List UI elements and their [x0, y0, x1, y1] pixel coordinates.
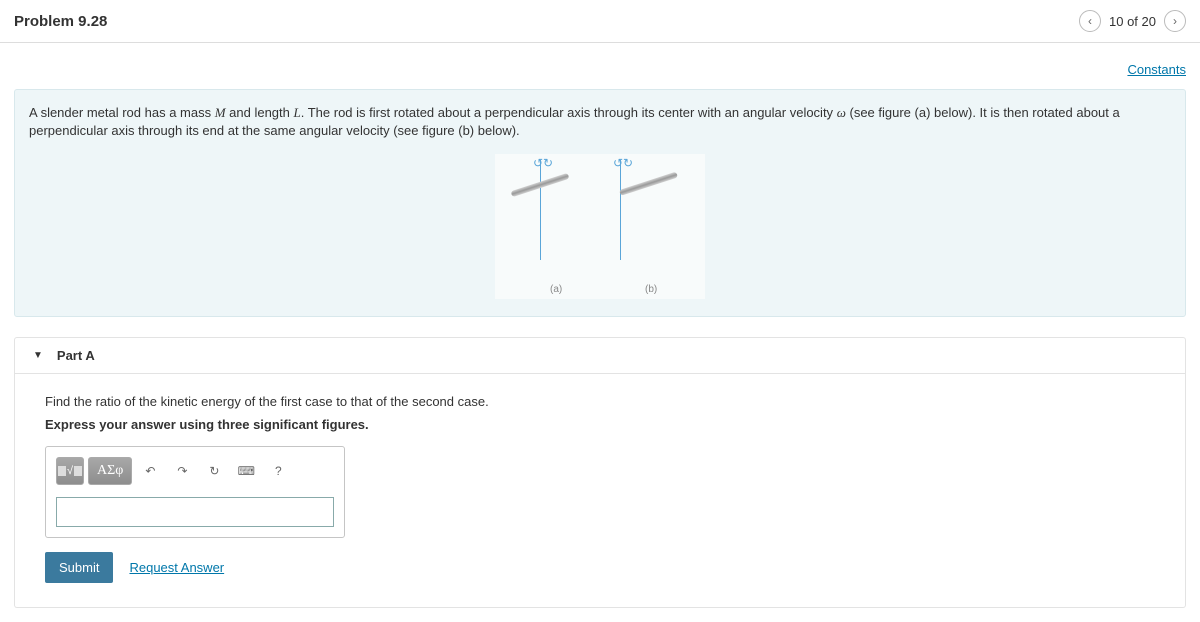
collapse-caret-icon[interactable]: ▼	[33, 350, 43, 361]
prev-button[interactable]: ‹	[1079, 10, 1101, 32]
figure-label-b: (b)	[645, 284, 657, 295]
part-header[interactable]: ▼ Part A	[14, 337, 1186, 374]
part-instruction: Find the ratio of the kinetic energy of …	[45, 394, 1155, 409]
redo-icon: ↷	[177, 464, 187, 478]
rotation-icon: ↺↻	[533, 156, 553, 170]
figure-wrap: ↺↻ ↺↻ (a) (b)	[29, 154, 1171, 304]
var-mass: M	[215, 105, 226, 120]
keyboard-button[interactable]: ⌨	[232, 457, 260, 485]
reset-button[interactable]: ↻	[200, 457, 228, 485]
answer-box: √ ΑΣφ ↶ ↷ ↻ ⌨ ?	[45, 446, 345, 538]
problem-text: A slender metal rod has a mass M and len…	[29, 104, 1171, 140]
redo-button[interactable]: ↷	[168, 457, 196, 485]
text-seg: A slender metal rod has a mass	[29, 105, 215, 120]
submit-button[interactable]: Submit	[45, 552, 113, 583]
axis-a	[540, 160, 541, 260]
request-answer-link[interactable]: Request Answer	[129, 560, 224, 575]
text-seg: . The rod is first rotated about a perpe…	[301, 105, 837, 120]
undo-icon: ↶	[145, 464, 155, 478]
figure: ↺↻ ↺↻ (a) (b)	[495, 154, 705, 299]
greek-button[interactable]: ΑΣφ	[88, 457, 132, 485]
constants-row: Constants	[0, 43, 1200, 89]
rotation-icon: ↺↻	[613, 156, 633, 170]
reset-icon: ↻	[209, 464, 219, 478]
templates-button[interactable]: √	[56, 457, 84, 485]
rod-b	[619, 172, 678, 196]
keyboard-icon: ⌨	[238, 464, 255, 478]
answer-input[interactable]	[56, 497, 334, 527]
answer-toolbar: √ ΑΣφ ↶ ↷ ↻ ⌨ ?	[56, 457, 334, 485]
figure-label-a: (a)	[550, 284, 562, 295]
text-seg: and length	[226, 105, 294, 120]
axis-b	[620, 160, 621, 260]
var-omega: ω	[837, 105, 846, 120]
part-label: Part A	[57, 348, 95, 363]
nav-group: ‹ 10 of 20 ›	[1079, 10, 1186, 32]
problem-statement: A slender metal rod has a mass M and len…	[14, 89, 1186, 317]
constants-link[interactable]: Constants	[1127, 62, 1186, 77]
page-header: Problem 9.28 ‹ 10 of 20 ›	[0, 0, 1200, 43]
help-button[interactable]: ?	[264, 457, 292, 485]
undo-button[interactable]: ↶	[136, 457, 164, 485]
sqrt-icon: √	[58, 466, 82, 477]
problem-title: Problem 9.28	[14, 13, 107, 30]
submit-row: Submit Request Answer	[45, 552, 1155, 583]
part-format-instruction: Express your answer using three signific…	[45, 417, 1155, 432]
part-body: Find the ratio of the kinetic energy of …	[14, 374, 1186, 608]
next-button[interactable]: ›	[1164, 10, 1186, 32]
var-length: L	[294, 105, 301, 120]
nav-count: 10 of 20	[1109, 14, 1156, 29]
